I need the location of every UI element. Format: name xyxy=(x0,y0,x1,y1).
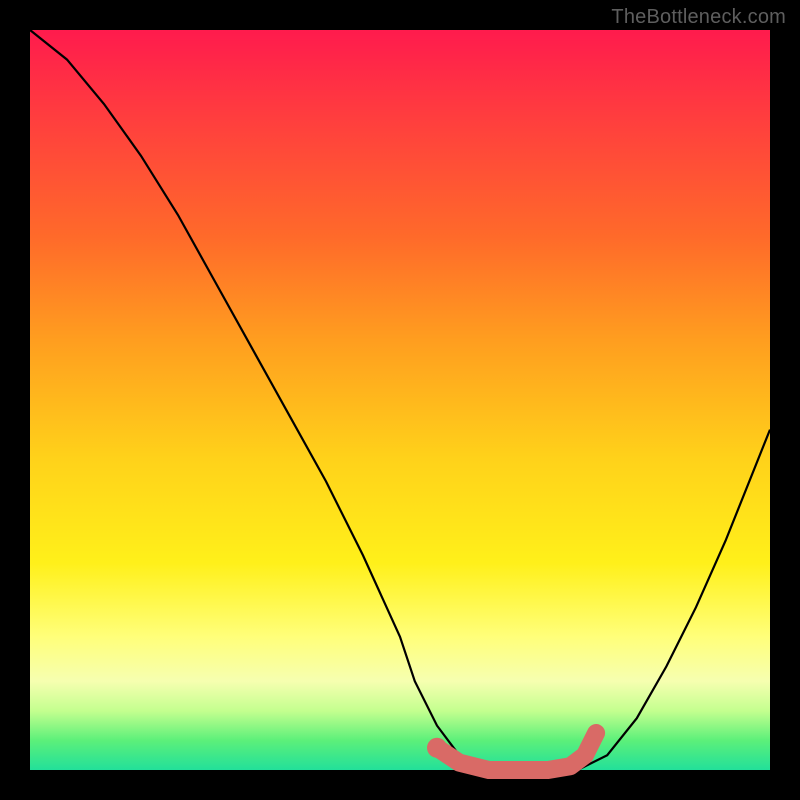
attribution-text: TheBottleneck.com xyxy=(611,6,786,29)
chart-svg xyxy=(30,30,770,770)
chart-frame xyxy=(30,30,770,770)
bottom-highlight-path xyxy=(437,733,596,770)
highlight-start-dot xyxy=(427,738,447,758)
bottleneck-curve-path xyxy=(30,30,770,770)
